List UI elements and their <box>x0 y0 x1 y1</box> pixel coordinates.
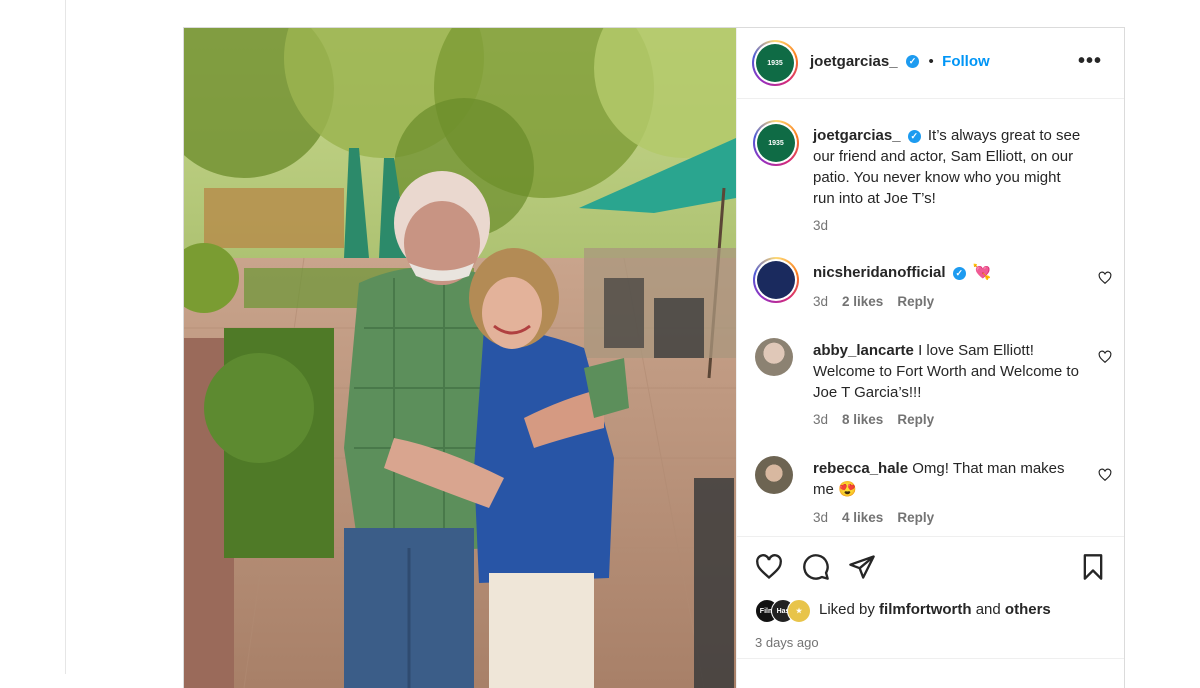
caption-avatar-logo: 1935 <box>757 124 795 162</box>
avatar-image <box>755 338 793 376</box>
heart-icon[interactable] <box>755 553 783 581</box>
comment-time: 3d <box>813 412 829 427</box>
author-avatar-logo: 1935 <box>756 44 794 82</box>
post-side-panel: 1935 joetgarcias_ ✓ • Follow ••• 1935 jo… <box>736 28 1124 688</box>
post-header: 1935 joetgarcias_ ✓ • Follow ••• <box>737 28 1124 99</box>
divider <box>737 658 1124 659</box>
reply-button[interactable]: Reply <box>897 294 934 309</box>
verified-icon: ✓ <box>906 55 919 69</box>
caption: 1935 joetgarcias_ ✓ It’s always great to… <box>753 120 1108 240</box>
comment-text: 💘 <box>972 264 992 281</box>
post-modal: 1935 joetgarcias_ ✓ • Follow ••• 1935 jo… <box>183 27 1125 688</box>
caption-body: joetgarcias_ ✓ It’s always great to see … <box>813 125 1083 209</box>
comment-meta: 3d 8 likes Reply <box>813 412 934 427</box>
separator-dot: • <box>928 53 934 70</box>
comment-item: abby_lancarte I love Sam Elliott! Welcom… <box>753 338 1112 438</box>
heart-icon[interactable] <box>1098 468 1112 482</box>
verified-icon: ✓ <box>907 129 921 143</box>
follow-button[interactable]: Follow <box>942 53 990 70</box>
liked-by-user[interactable]: filmfortworth <box>879 601 971 618</box>
comment-item: nicsheridanofficial ✓ 💘 3d 2 likes Reply <box>753 257 1112 317</box>
liker-avatar: ★ <box>787 599 811 623</box>
author-username[interactable]: joetgarcias_ <box>810 53 898 70</box>
post-date[interactable]: 3 days ago <box>755 635 819 650</box>
comment-avatar[interactable] <box>753 456 797 500</box>
comment-time: 3d <box>813 510 829 525</box>
avatar-image <box>755 456 793 494</box>
author-avatar[interactable]: 1935 <box>752 40 798 86</box>
comment-avatar[interactable] <box>753 338 797 382</box>
more-icon[interactable]: ••• <box>1078 50 1102 73</box>
comment-username[interactable]: nicsheridanofficial <box>813 264 946 281</box>
liked-by-and: and <box>975 601 1001 618</box>
caption-username[interactable]: joetgarcias_ <box>813 127 901 144</box>
caption-avatar[interactable]: 1935 <box>753 120 799 166</box>
page-divider <box>65 0 66 674</box>
share-icon[interactable] <box>848 553 876 581</box>
reply-button[interactable]: Reply <box>897 510 934 525</box>
avatar-image <box>757 261 795 299</box>
comment-meta: 3d 2 likes Reply <box>813 294 934 309</box>
reply-button[interactable]: Reply <box>897 412 934 427</box>
liked-by-others[interactable]: others <box>1005 601 1051 618</box>
heart-icon[interactable] <box>1098 350 1112 364</box>
comment-avatar[interactable] <box>753 257 799 303</box>
comment-body: rebecca_hale Omg! That man makes me 😍 <box>813 458 1083 500</box>
comment-likes[interactable]: 8 likes <box>842 412 883 427</box>
comment-likes[interactable]: 4 likes <box>842 510 883 525</box>
bookmark-icon[interactable] <box>1079 553 1107 581</box>
liked-by-prefix: Liked by <box>819 601 875 618</box>
post-photo[interactable] <box>184 28 736 688</box>
comment-item: rebecca_hale Omg! That man makes me 😍 3d… <box>753 456 1112 536</box>
comment-username[interactable]: rebecca_hale <box>813 460 908 477</box>
comment-body: abby_lancarte I love Sam Elliott! Welcom… <box>813 340 1083 403</box>
verified-icon: ✓ <box>952 266 966 280</box>
comment-meta: 3d 4 likes Reply <box>813 510 934 525</box>
comment-body: nicsheridanofficial ✓ 💘 <box>813 262 1083 283</box>
heart-icon[interactable] <box>1098 271 1112 285</box>
likes-text: Liked by filmfortworth and others <box>819 601 1051 618</box>
comment-icon[interactable] <box>802 553 830 581</box>
comment-username[interactable]: abby_lancarte <box>813 342 914 359</box>
post-actions: Film Has ★ Liked by filmfortworth and ot… <box>737 536 1124 688</box>
comment-likes[interactable]: 2 likes <box>842 294 883 309</box>
caption-time: 3d <box>813 218 829 233</box>
comment-time: 3d <box>813 294 829 309</box>
